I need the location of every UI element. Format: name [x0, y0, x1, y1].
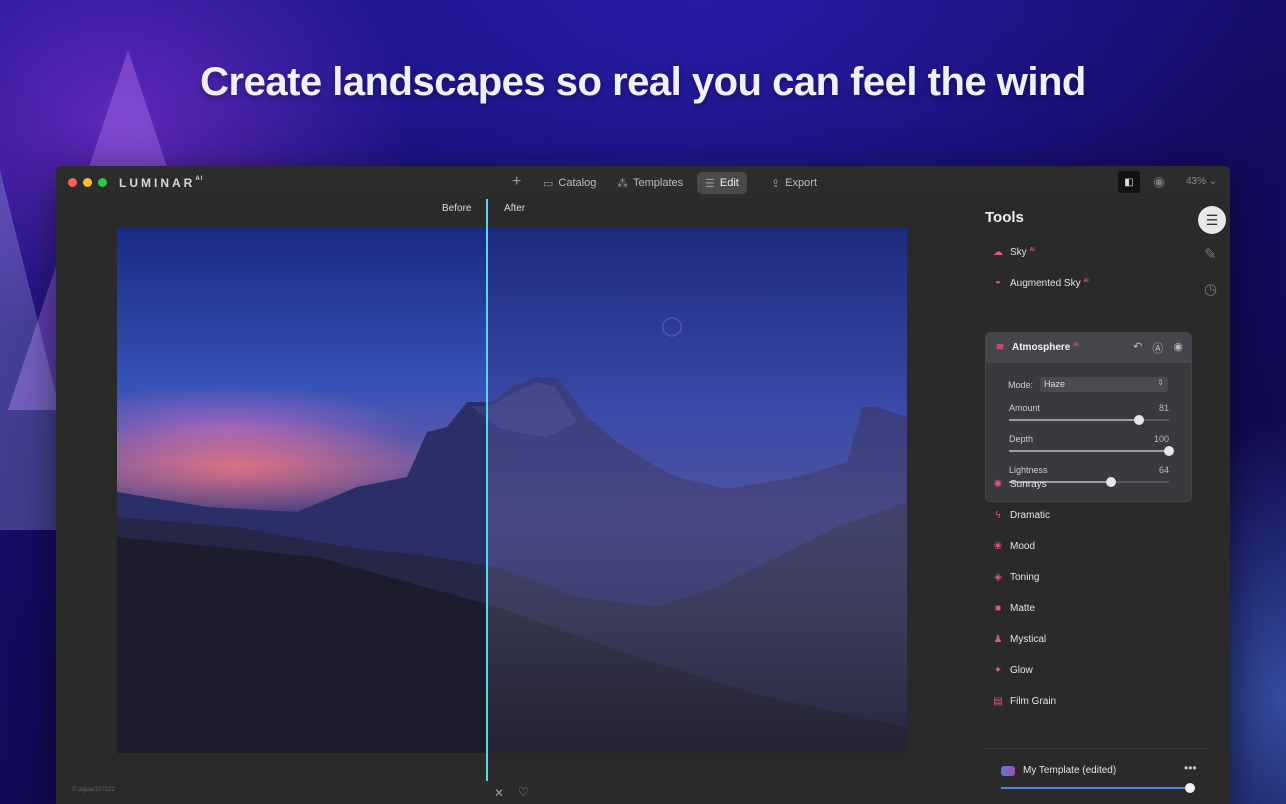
tool-mystical[interactable]: ♟ Mystical: [992, 634, 1047, 645]
tool-sunrays[interactable]: ✺ Sunrays: [992, 479, 1047, 490]
tools-panel: Tools ☰ ✎ ◷ ☁ Sky AI ◓ Augmented Sky AI …: [974, 199, 1230, 804]
slider-thumb[interactable]: [1133, 415, 1144, 425]
tool-augmented-sky[interactable]: ◓ Augmented Sky AI: [992, 277, 1089, 290]
brush-icon[interactable]: ✎: [1204, 245, 1217, 263]
image-canvas: Before After © jaguar107222 ✕ ♡: [56, 199, 974, 804]
folder-icon: ▭: [543, 177, 554, 190]
slider-thumb[interactable]: [1164, 446, 1174, 456]
sparkle-icon: ⁂: [617, 177, 628, 190]
atmosphere-icon: ≋: [995, 342, 1005, 353]
mode-label: Mode:: [1008, 380, 1034, 390]
divider: [985, 748, 1209, 749]
photo-credit: © jaguar107222: [72, 787, 115, 793]
zoom-select[interactable]: 43% ⌄: [1186, 176, 1217, 187]
ai-badge: AI: [1083, 277, 1089, 284]
before-label: Before: [442, 203, 472, 214]
before-after-divider-handle[interactable]: [486, 199, 488, 781]
tools-title: Tools: [985, 209, 1024, 226]
tool-film-grain[interactable]: ▤ Film Grain: [992, 696, 1056, 707]
sliders-icon: ☰: [705, 177, 715, 190]
chevron-updown-icon: ⇕: [1157, 378, 1164, 387]
atmosphere-panel: ≋ Atmosphere AI ↶ Ⓐ ◉ Mode: Haze ⇕ Amoun…: [985, 332, 1192, 502]
favorite-icon[interactable]: ♡: [518, 785, 529, 799]
mystical-icon: ♟: [993, 634, 1003, 645]
glow-icon: ✦: [993, 665, 1003, 676]
eye-icon[interactable]: ◉: [1153, 173, 1165, 190]
template-slider-thumb[interactable]: [1185, 783, 1195, 793]
close-window-button[interactable]: [68, 178, 77, 187]
maximize-window-button[interactable]: [98, 178, 107, 187]
toning-icon: ◈: [994, 572, 1002, 583]
add-button[interactable]: +: [512, 173, 521, 191]
visibility-toggle-icon[interactable]: ◉: [1173, 340, 1183, 356]
mask-icon[interactable]: Ⓐ: [1152, 340, 1163, 356]
sunrays-icon: ✺: [993, 479, 1003, 490]
edit-tools-icon[interactable]: ☰: [1198, 206, 1226, 234]
tab-edit[interactable]: ☰ Edit: [697, 172, 747, 194]
tool-toning[interactable]: ◈ Toning: [992, 572, 1039, 583]
undo-icon[interactable]: ↶: [1133, 340, 1142, 356]
app-window: LUMINARAI + ▭ Catalog ⁂ Templates ☰ Edit…: [56, 166, 1230, 804]
share-icon: ⇪: [771, 177, 781, 190]
after-haze-overlay: [487, 227, 907, 753]
atmosphere-header[interactable]: ≋ Atmosphere AI ↶ Ⓐ ◉: [986, 333, 1191, 363]
matte-icon: ■: [994, 603, 1002, 614]
mode-select[interactable]: Haze ⇕: [1040, 377, 1168, 392]
reject-icon[interactable]: ✕: [494, 786, 504, 800]
minimize-window-button[interactable]: [83, 178, 92, 187]
promo-headline: Create landscapes so real you can feel t…: [200, 60, 1086, 104]
tool-matte[interactable]: ■ Matte: [992, 603, 1035, 614]
compare-icon[interactable]: ◧: [1118, 171, 1140, 193]
slider-thumb[interactable]: [1106, 477, 1117, 487]
tool-dramatic[interactable]: ϟ Dramatic: [992, 510, 1050, 521]
after-label: After: [504, 203, 526, 214]
dramatic-icon: ϟ: [995, 510, 1001, 521]
app-logo: LUMINARAI: [119, 176, 204, 190]
title-bar: LUMINARAI + ▭ Catalog ⁂ Templates ☰ Edit…: [56, 166, 1230, 199]
template-row[interactable]: My Template (edited): [1001, 765, 1116, 776]
landscape-photo: [117, 227, 907, 753]
tab-catalog[interactable]: ▭ Catalog: [535, 172, 604, 194]
more-options-icon[interactable]: •••: [1184, 761, 1197, 775]
history-icon[interactable]: ◷: [1204, 280, 1217, 298]
film-grain-icon: ▤: [993, 696, 1003, 707]
template-thumbnail: [1001, 765, 1015, 776]
tool-mood[interactable]: ❀ Mood: [992, 541, 1035, 552]
tab-templates[interactable]: ⁂ Templates: [609, 172, 691, 194]
ai-badge: AI: [1073, 341, 1079, 348]
augmented-sky-icon: ◓: [994, 278, 1002, 289]
tab-export[interactable]: ⇪ Export: [763, 172, 825, 194]
mood-icon: ❀: [993, 541, 1003, 552]
cloud-icon: ☁: [993, 247, 1003, 258]
tool-glow[interactable]: ✦ Glow: [992, 665, 1033, 676]
template-amount-slider[interactable]: [1001, 787, 1189, 789]
tool-sky[interactable]: ☁ Sky AI: [992, 246, 1035, 259]
ai-badge: AI: [1029, 246, 1035, 253]
